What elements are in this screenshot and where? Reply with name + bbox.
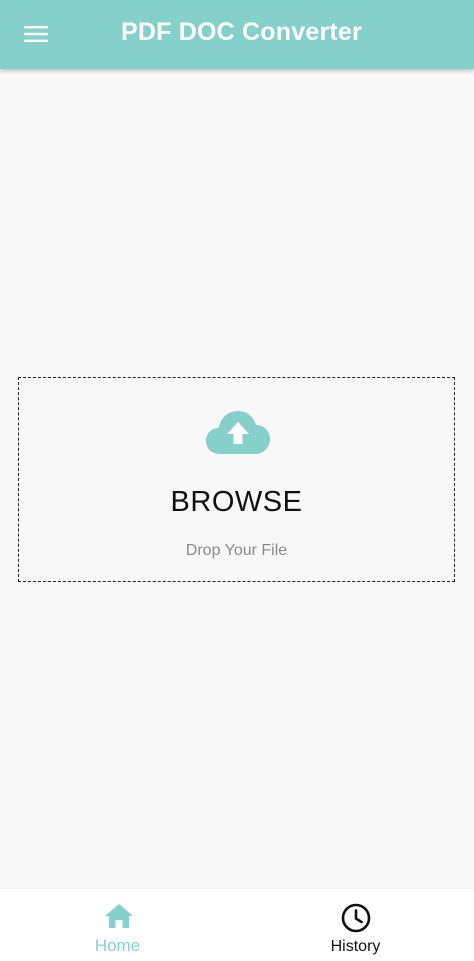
bottom-navigation: Home History	[0, 888, 474, 961]
drop-hint-text: Drop Your File	[185, 542, 288, 559]
clock-icon	[341, 903, 371, 933]
browse-button[interactable]: BROWSE	[19, 486, 454, 519]
app-title: PDF DOC Converter	[121, 18, 362, 46]
menu-button[interactable]	[12, 12, 60, 56]
app-screen: PDF DOC Converter BROWSE Drop Your File …	[0, 0, 474, 961]
file-drop-zone[interactable]: BROWSE Drop Your File	[18, 377, 455, 582]
app-bar: PDF DOC Converter	[0, 0, 474, 69]
nav-label-home: Home	[94, 936, 141, 955]
home-icon	[105, 904, 133, 928]
nav-item-home[interactable]: Home	[0, 889, 237, 961]
nav-label-history: History	[330, 938, 381, 955]
hamburger-menu-icon	[24, 26, 48, 42]
cloud-upload-icon	[206, 411, 270, 454]
nav-item-history[interactable]: History	[237, 889, 474, 961]
